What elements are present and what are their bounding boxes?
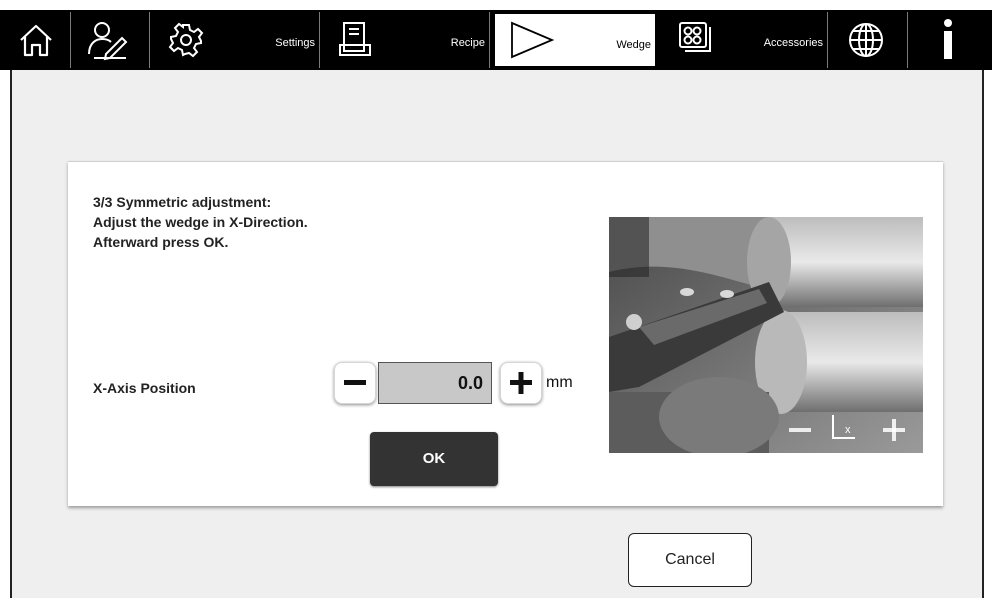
toolbar-wedge-label: Wedge [616,39,651,51]
x-axis-position-input[interactable]: 0.0 [378,362,492,404]
recipe-icon [339,22,371,56]
decrement-button[interactable] [334,362,376,404]
wedge-photo: x [609,217,923,453]
adjustment-dialog: 3/3 Symmetric adjustment: Adjust the wed… [68,161,943,506]
x-axis-icon[interactable]: x [827,413,861,443]
toolbar-settings[interactable]: Settings [150,12,320,68]
toolbar-home[interactable] [2,12,71,68]
x-axis-position-label: X-Axis Position [93,380,196,396]
plus-icon [510,372,532,394]
cancel-button[interactable]: Cancel [628,533,752,587]
svg-text:x: x [845,424,851,436]
ok-button[interactable]: OK [370,432,498,486]
toolbar-language[interactable] [828,12,908,68]
instruction-line: Adjust the wedge in X-Direction. [93,214,308,230]
instruction-line: Afterward press OK. [93,234,229,250]
user-edit-icon [88,22,128,61]
zoom-out-icon[interactable] [787,417,813,443]
minus-icon [344,380,366,385]
toolbar-wedge[interactable]: Wedge [493,12,657,68]
toolbar-accessories-label: Accessories [763,37,823,49]
toolbar-info[interactable] [908,12,992,68]
toolbar-accessories[interactable]: Accessories [660,12,828,68]
home-icon [20,24,52,57]
globe-icon [849,23,883,57]
toolbar-user-edit[interactable] [71,12,150,68]
accessories-icon [679,22,711,52]
wedge-photo-image [609,217,923,453]
instruction-line: 3/3 Symmetric adjustment: [93,194,272,210]
wedge-icon [511,21,555,59]
toolbar-recipe[interactable]: Recipe [320,12,490,68]
content-area: 3/3 Symmetric adjustment: Adjust the wed… [10,70,984,598]
gear-icon [168,22,204,58]
toolbar-settings-label: Settings [275,37,315,49]
increment-button[interactable] [500,362,542,404]
toolbar-recipe-label: Recipe [450,37,485,49]
zoom-in-icon[interactable] [881,417,907,443]
instructions: 3/3 Symmetric adjustment: Adjust the wed… [93,192,308,252]
main-toolbar: Settings Recipe Wedge Accessories [0,10,992,70]
unit-label: mm [546,374,573,391]
info-icon [944,19,952,59]
